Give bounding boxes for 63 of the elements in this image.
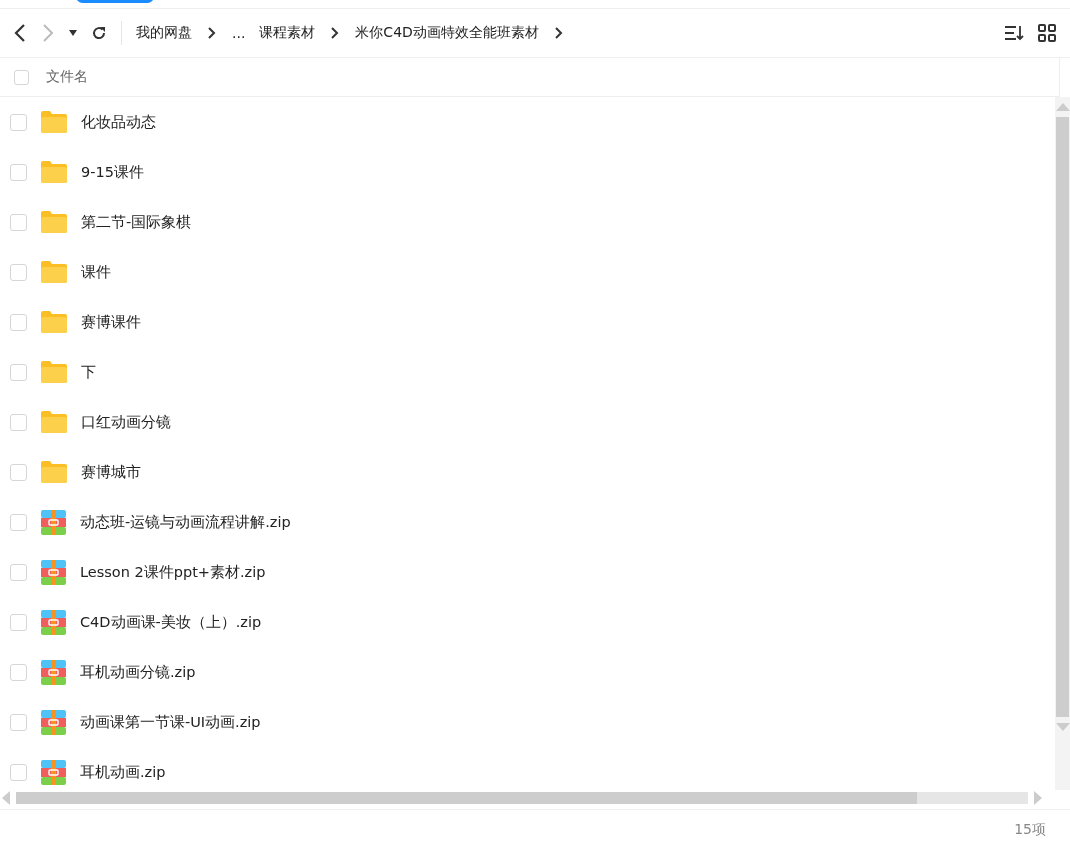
scroll-down-icon[interactable] — [1055, 723, 1070, 731]
row-checkbox[interactable] — [10, 263, 27, 281]
breadcrumb-link[interactable]: 米你C4D动画特效全能班素材 — [355, 24, 539, 42]
file-name[interactable]: C4D动画课-美妆（上）.zip — [80, 612, 262, 632]
file-name[interactable]: 课件 — [81, 262, 111, 282]
archive-icon — [41, 609, 66, 635]
horizontal-scrollbar[interactable] — [16, 792, 1028, 804]
folder-icon — [41, 161, 67, 183]
row-checkbox[interactable] — [10, 113, 27, 131]
row-checkbox[interactable] — [10, 513, 27, 531]
chevron-icon — [208, 27, 216, 39]
row-checkbox[interactable] — [10, 213, 27, 231]
back-icon[interactable] — [13, 23, 27, 43]
file-name[interactable]: 耳机动画.zip — [80, 762, 166, 782]
item-count: 15项 — [1014, 820, 1046, 839]
archive-icon — [41, 759, 66, 785]
scroll-right-icon[interactable] — [1034, 791, 1042, 805]
archive-icon — [41, 659, 66, 685]
caret-icon[interactable] — [69, 30, 77, 36]
archive-icon — [41, 509, 66, 535]
scroll-up-icon[interactable] — [1055, 103, 1070, 111]
column-header[interactable]: 文件名 — [46, 68, 88, 86]
row-checkbox[interactable] — [10, 613, 27, 631]
file-name[interactable]: 赛博课件 — [81, 312, 141, 332]
folder-icon — [41, 111, 67, 133]
archive-icon — [41, 709, 66, 735]
folder-icon — [41, 311, 67, 333]
file-name[interactable]: 口红动画分镜 — [81, 412, 171, 432]
row-checkbox[interactable] — [10, 313, 27, 331]
grid-view-icon[interactable] — [1038, 24, 1056, 42]
row-checkbox[interactable] — [10, 413, 27, 431]
folder-icon — [41, 411, 67, 433]
breadcrumb-link[interactable]: 课程素材 — [259, 24, 316, 42]
select-all-checkbox[interactable] — [14, 69, 29, 85]
refresh-icon[interactable] — [91, 25, 107, 41]
sort-icon[interactable] — [1004, 25, 1024, 41]
row-checkbox[interactable] — [10, 363, 27, 381]
file-name[interactable]: 9-15课件 — [81, 162, 144, 182]
row-checkbox[interactable] — [10, 563, 27, 581]
row-checkbox[interactable] — [10, 663, 27, 681]
breadcrumb-link[interactable]: ... — [232, 25, 246, 41]
row-checkbox[interactable] — [10, 713, 27, 731]
archive-icon — [41, 559, 66, 585]
file-name[interactable]: 第二节-国际象棋 — [81, 212, 192, 232]
forward-icon[interactable] — [41, 23, 55, 43]
chevron-icon — [554, 27, 563, 39]
folder-icon — [41, 461, 67, 483]
row-checkbox[interactable] — [10, 763, 27, 781]
row-checkbox[interactable] — [10, 163, 27, 181]
file-name[interactable]: Lesson 2课件ppt+素材.zip — [80, 562, 266, 582]
file-name[interactable]: 动画课第一节课-UI动画.zip — [80, 712, 261, 732]
file-name[interactable]: 动态班-运镜与动画流程讲解.zip — [80, 512, 291, 532]
folder-icon — [41, 361, 67, 383]
breadcrumb-link[interactable]: 我的网盘 — [136, 24, 192, 42]
file-name[interactable]: 耳机动画分镜.zip — [80, 662, 196, 682]
folder-icon — [41, 261, 67, 283]
chevron-icon — [331, 27, 340, 39]
file-name[interactable]: 下 — [81, 362, 96, 382]
folder-icon — [41, 211, 67, 233]
row-checkbox[interactable] — [10, 463, 27, 481]
file-name[interactable]: 赛博城市 — [81, 462, 141, 482]
scroll-left-icon[interactable] — [2, 791, 10, 805]
file-name[interactable]: 化妆品动态 — [81, 112, 156, 132]
